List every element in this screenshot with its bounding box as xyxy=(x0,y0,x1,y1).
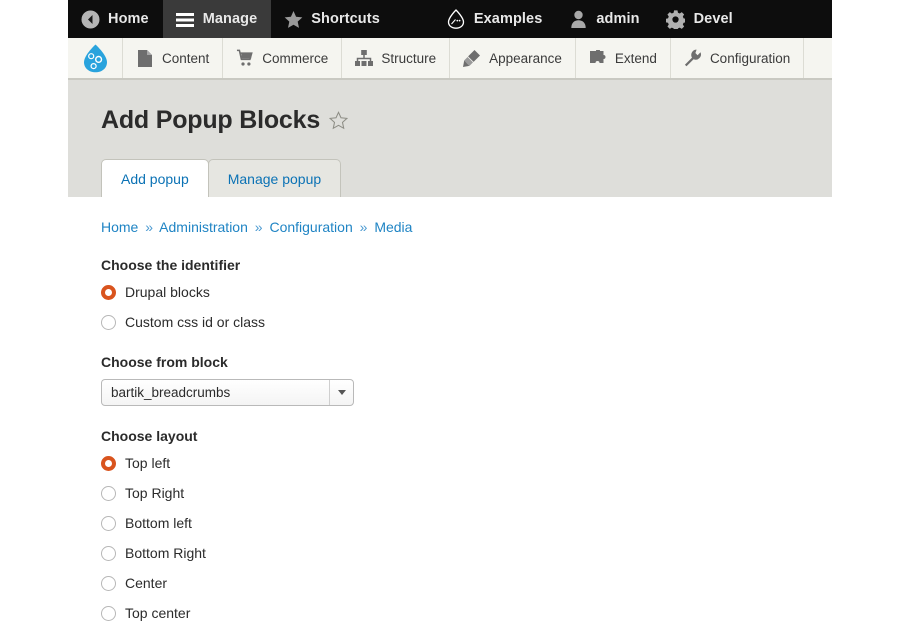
star-outline-icon[interactable] xyxy=(329,111,349,130)
admin-toolbar: Home Manage Shortcuts Examples admin Dev… xyxy=(68,0,832,38)
radio-center-label: Center xyxy=(125,575,168,591)
identifier-field-group: Choose the identifier Drupal blocks Cust… xyxy=(101,257,832,332)
radio-custom-css[interactable] xyxy=(101,314,116,330)
toolbar-item-home-label: Home xyxy=(108,11,149,27)
drupal-drop-icon xyxy=(446,9,466,29)
puzzle-piece-icon xyxy=(589,49,607,67)
shopping-cart-icon xyxy=(236,49,254,67)
radio-row-top-right[interactable]: Top Right xyxy=(101,483,832,503)
admin-page: Home Manage Shortcuts Examples admin Dev… xyxy=(68,0,832,622)
menu-item-content-label: Content xyxy=(162,50,210,66)
layout-field-group: Choose layout Top left Top Right Bottom … xyxy=(101,428,832,622)
breadcrumb-item-media[interactable]: Media xyxy=(374,219,412,235)
main-content: Home » Administration » Configuration » … xyxy=(68,197,832,622)
radio-drupal-blocks[interactable] xyxy=(101,284,116,300)
chevron-down-icon[interactable] xyxy=(329,380,353,405)
toolbar-item-admin-label: admin xyxy=(596,11,640,27)
toolbar-item-devel[interactable]: Devel xyxy=(654,0,747,38)
radio-row-top-left[interactable]: Top left xyxy=(101,453,832,473)
radio-top-right[interactable] xyxy=(101,485,116,501)
admin-menu-bar: Content Commerce Structure Appearance Ex… xyxy=(68,38,832,80)
breadcrumb-separator: » xyxy=(145,219,154,235)
menu-item-appearance-label: Appearance xyxy=(489,50,562,66)
star-icon xyxy=(283,9,303,29)
layout-label: Choose layout xyxy=(101,428,198,444)
breadcrumb-item-home[interactable]: Home xyxy=(101,219,138,235)
radio-top-left-label: Top left xyxy=(125,455,171,471)
toolbar-item-devel-label: Devel xyxy=(693,11,733,27)
block-field-group: Choose from block bartik_breadcrumbs xyxy=(101,354,832,406)
drupal-logo-icon[interactable] xyxy=(68,38,123,78)
radio-top-center[interactable] xyxy=(101,605,116,621)
toolbar-item-home[interactable]: Home xyxy=(68,0,163,38)
radio-row-top-center[interactable]: Top center xyxy=(101,603,832,622)
page-title: Add Popup Blocks xyxy=(101,106,321,134)
toolbar-item-shortcuts-label: Shortcuts xyxy=(311,11,380,27)
breadcrumb-separator: » xyxy=(359,219,368,235)
menu-item-commerce-label: Commerce xyxy=(262,50,329,66)
radio-bottom-right-label: Bottom Right xyxy=(125,545,206,561)
toolbar-item-manage-label: Manage xyxy=(202,11,258,27)
breadcrumb: Home » Administration » Configuration » … xyxy=(101,219,832,235)
toolbar-item-admin[interactable]: admin xyxy=(556,0,653,38)
menu-item-extend[interactable]: Extend xyxy=(576,38,671,78)
user-icon xyxy=(568,9,588,29)
menu-item-structure[interactable]: Structure xyxy=(342,38,451,78)
page-header: Add Popup Blocks Add popup Manage popup xyxy=(68,80,832,197)
radio-bottom-left[interactable] xyxy=(101,515,116,531)
tab-add-popup-label: Add popup xyxy=(121,171,189,187)
hamburger-icon xyxy=(175,9,195,29)
toolbar-item-examples-label: Examples xyxy=(473,11,543,27)
title-row: Add Popup Blocks xyxy=(68,106,832,135)
radio-top-right-label: Top Right xyxy=(125,485,185,501)
gear-icon xyxy=(666,9,686,29)
menu-item-configuration[interactable]: Configuration xyxy=(671,38,805,78)
radio-center[interactable] xyxy=(101,575,116,591)
radio-row-center[interactable]: Center xyxy=(101,573,832,593)
back-circle-icon xyxy=(80,9,100,29)
radio-top-left[interactable] xyxy=(101,455,116,471)
breadcrumb-item-configuration[interactable]: Configuration xyxy=(269,219,352,235)
toolbar-item-examples[interactable]: Examples xyxy=(434,0,557,38)
radio-custom-css-label: Custom css id or class xyxy=(125,314,266,330)
radio-row-custom-css[interactable]: Custom css id or class xyxy=(101,312,832,332)
tab-manage-popup[interactable]: Manage popup xyxy=(207,159,342,197)
breadcrumb-separator: » xyxy=(254,219,263,235)
toolbar-item-manage[interactable]: Manage xyxy=(162,0,272,38)
tab-manage-popup-label: Manage popup xyxy=(227,171,322,187)
block-select-value: bartik_breadcrumbs xyxy=(111,385,231,400)
radio-row-bottom-left[interactable]: Bottom left xyxy=(101,513,832,533)
tab-add-popup[interactable]: Add popup xyxy=(101,159,209,197)
menu-item-commerce[interactable]: Commerce xyxy=(223,38,343,78)
radio-bottom-right[interactable] xyxy=(101,545,116,561)
block-select[interactable]: bartik_breadcrumbs xyxy=(101,379,354,406)
paintbrush-icon xyxy=(463,49,481,67)
page-tabs: Add popup Manage popup xyxy=(101,159,342,197)
toolbar-item-shortcuts[interactable]: Shortcuts xyxy=(271,0,394,38)
wrench-icon xyxy=(684,49,702,67)
document-icon xyxy=(136,49,154,67)
radio-drupal-blocks-label: Drupal blocks xyxy=(125,284,210,300)
radio-bottom-left-label: Bottom left xyxy=(125,515,192,531)
menu-item-extend-label: Extend xyxy=(614,50,657,66)
identifier-label: Choose the identifier xyxy=(101,257,241,273)
radio-row-drupal-blocks[interactable]: Drupal blocks xyxy=(101,282,832,302)
menu-item-structure-label: Structure xyxy=(381,50,437,66)
breadcrumb-item-administration[interactable]: Administration xyxy=(159,219,248,235)
menu-item-appearance[interactable]: Appearance xyxy=(450,38,576,78)
block-label: Choose from block xyxy=(101,354,228,370)
radio-row-bottom-right[interactable]: Bottom Right xyxy=(101,543,832,563)
sitemap-icon xyxy=(355,49,374,67)
menu-item-content[interactable]: Content xyxy=(123,38,224,78)
radio-top-center-label: Top center xyxy=(125,605,191,621)
menu-item-configuration-label: Configuration xyxy=(709,50,791,66)
